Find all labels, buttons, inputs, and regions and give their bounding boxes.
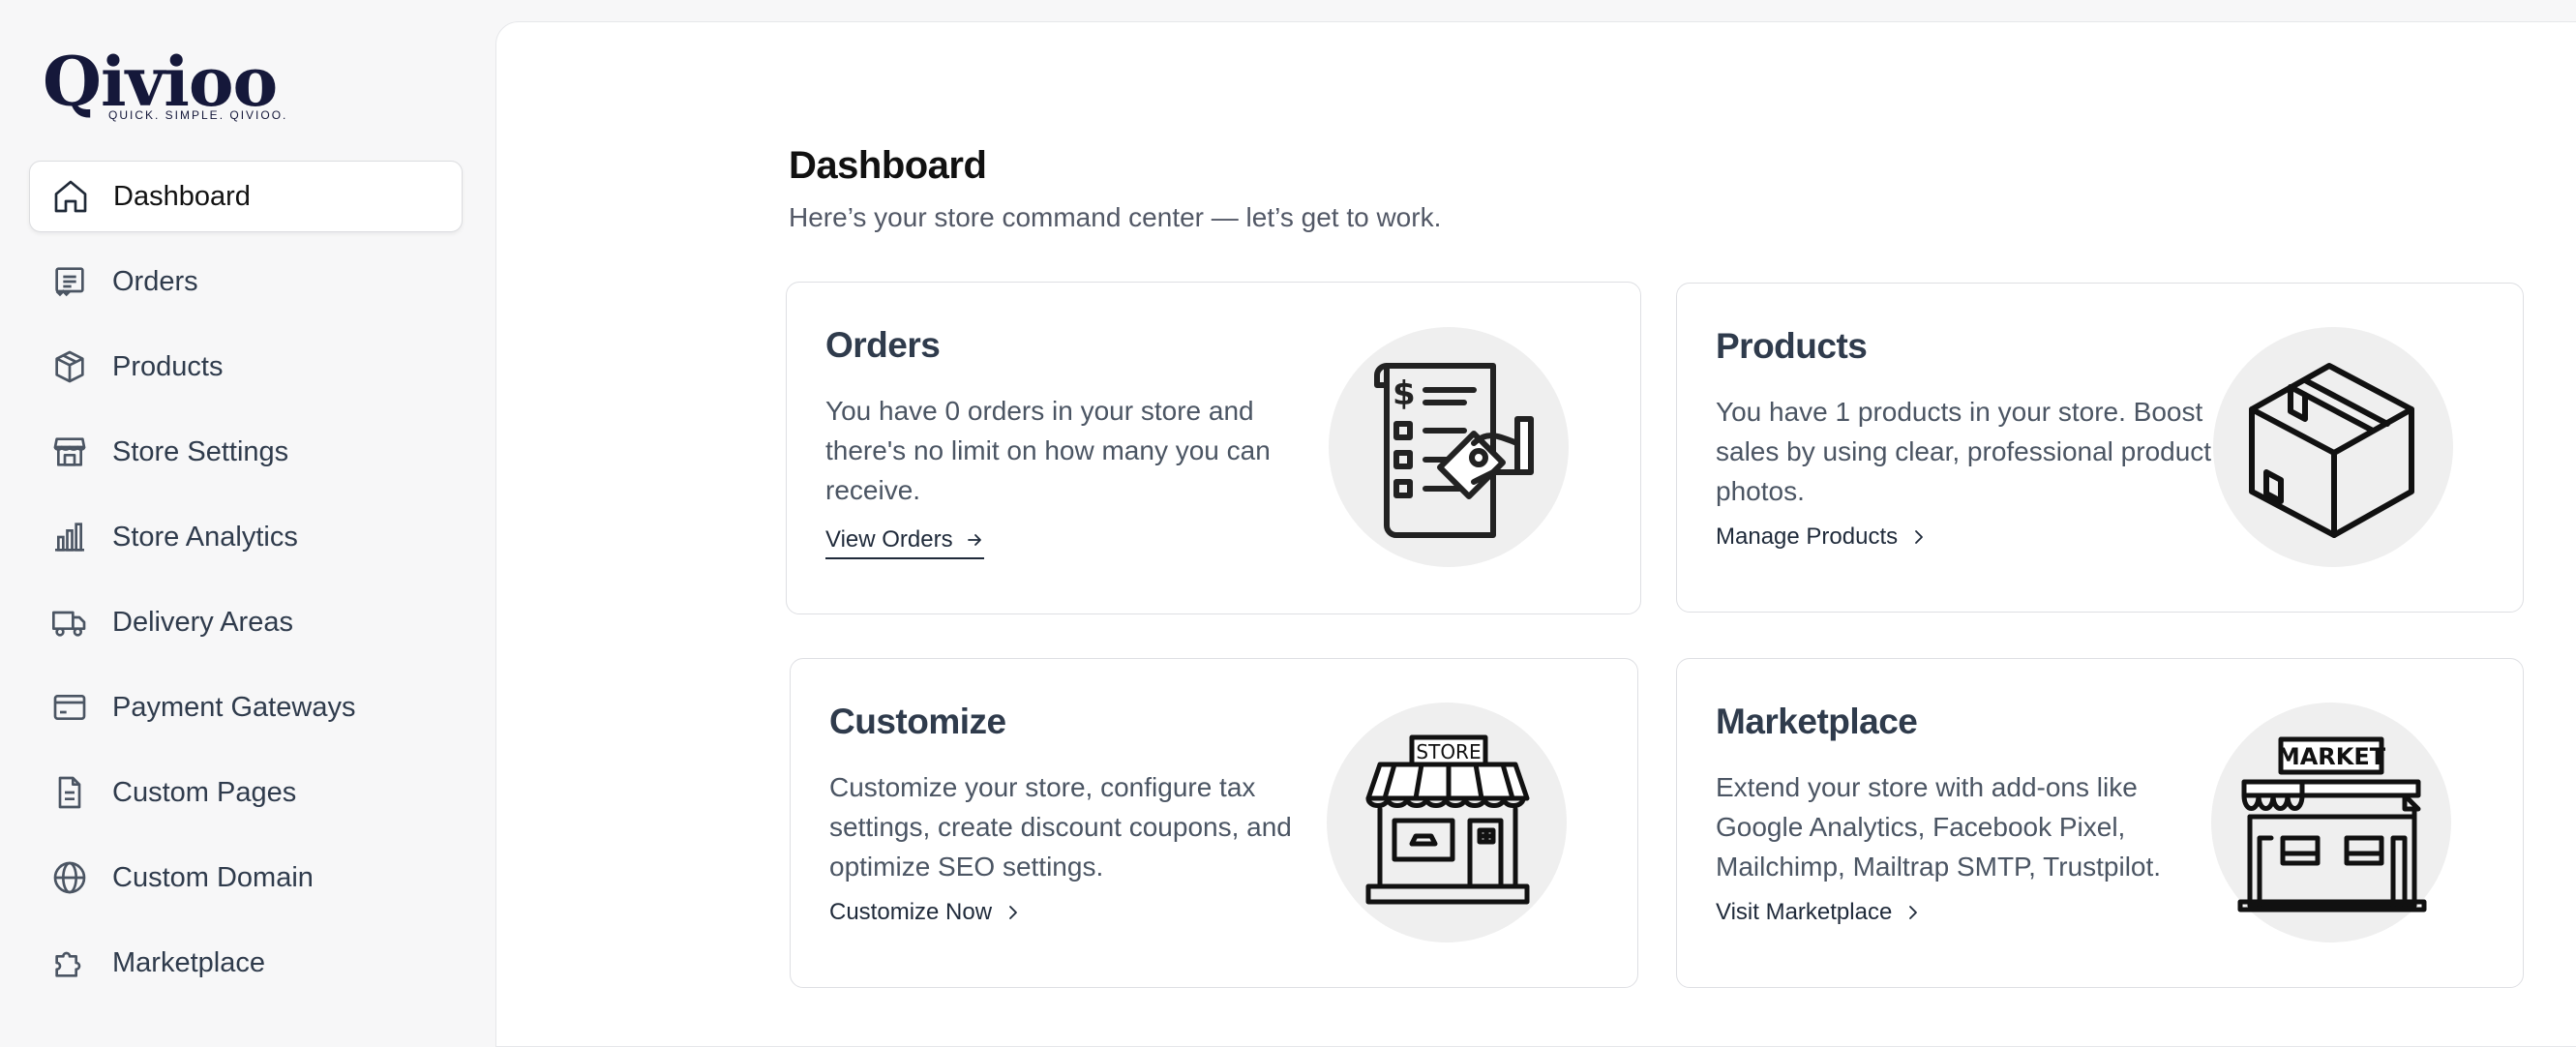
view-orders-label: View Orders (825, 526, 953, 553)
storefront-icon (50, 433, 89, 471)
globe-icon (50, 858, 89, 897)
sidebar-item-orders[interactable]: Orders (29, 246, 463, 317)
sidebar-item-label: Custom Pages (112, 776, 297, 808)
sidebar-item-products[interactable]: Products (29, 331, 463, 403)
products-card-title: Products (1716, 326, 1868, 366)
sidebar-item-payment-gateways[interactable]: Payment Gateways (29, 672, 463, 743)
orders-card-text: You have 0 orders in your store and ther… (825, 396, 1271, 505)
sidebar-nav: Dashboard Orders Products Store Settings… (29, 161, 463, 1012)
chevron-right-icon (1903, 903, 1923, 922)
customize-card-text: Customize your store, configure tax sett… (829, 772, 1292, 882)
store-illustration: STORE (1327, 703, 1567, 942)
main-panel: Dashboard Here’s your store command cent… (495, 21, 2576, 1047)
brand-wordmark: Qivioo (43, 42, 278, 122)
sidebar-item-dashboard[interactable]: Dashboard (29, 161, 463, 232)
sidebar-item-label: Delivery Areas (112, 606, 293, 638)
sidebar-item-label: Orders (112, 265, 198, 297)
document-icon (50, 773, 89, 812)
brand-tagline: QUICK. SIMPLE. QIVIOO. (108, 108, 288, 122)
sidebar-item-label: Products (112, 350, 224, 382)
sidebar-item-store-settings[interactable]: Store Settings (29, 416, 463, 488)
products-card-text: You have 1 products in your store. Boost… (1716, 397, 2212, 506)
manage-products-label: Manage Products (1716, 524, 1899, 550)
view-orders-link[interactable]: View Orders (825, 526, 984, 559)
customize-now-label: Customize Now (829, 899, 993, 925)
marketplace-card: Marketplace Extend your store with add-o… (1676, 658, 2524, 988)
receipt-icon (50, 262, 89, 301)
sidebar-item-custom-pages[interactable]: Custom Pages (29, 757, 463, 828)
customize-now-link[interactable]: Customize Now (829, 899, 1023, 926)
sidebar-item-label: Marketplace (112, 946, 265, 978)
visit-marketplace-label: Visit Marketplace (1716, 899, 1893, 925)
products-card: Products You have 1 products in your sto… (1676, 283, 2524, 613)
bar-chart-icon (50, 518, 89, 556)
sidebar-item-label: Dashboard (113, 180, 251, 212)
marketplace-card-text: Extend your store with add-ons like Goog… (1716, 772, 2162, 882)
page-title: Dashboard (789, 144, 987, 187)
manage-products-link[interactable]: Manage Products (1716, 524, 1929, 551)
sidebar-item-label: Custom Domain (112, 861, 314, 893)
customize-card: Customize Customize your store, configur… (790, 658, 1638, 988)
home-icon (51, 177, 90, 216)
sidebar: Qivioo QUICK. SIMPLE. QIVIOO. Dashboard … (0, 0, 494, 1024)
chevron-right-icon (1909, 527, 1929, 547)
orders-card-title: Orders (825, 325, 941, 365)
puzzle-icon (50, 943, 89, 982)
order-receipt-illustration: $ (1329, 327, 1569, 567)
package-box-illustration (2213, 327, 2453, 567)
market-sign-text: MARKET (2277, 743, 2386, 770)
sidebar-item-label: Store Settings (112, 435, 289, 467)
chevron-right-icon (1003, 903, 1023, 922)
market-illustration: MARKET (2211, 703, 2451, 942)
sidebar-item-custom-domain[interactable]: Custom Domain (29, 842, 463, 913)
sidebar-item-label: Payment Gateways (112, 691, 356, 723)
svg-text:$: $ (1393, 374, 1416, 413)
credit-card-icon (50, 688, 89, 727)
marketplace-card-title: Marketplace (1716, 702, 1918, 741)
sidebar-item-delivery-areas[interactable]: Delivery Areas (29, 586, 463, 658)
orders-card: Orders You have 0 orders in your store a… (786, 282, 1641, 614)
store-sign-text: STORE (1416, 740, 1481, 763)
sidebar-item-label: Store Analytics (112, 521, 298, 553)
visit-marketplace-link[interactable]: Visit Marketplace (1716, 899, 1923, 926)
sidebar-item-store-analytics[interactable]: Store Analytics (29, 501, 463, 573)
sidebar-item-marketplace[interactable]: Marketplace (29, 927, 463, 999)
page-subtitle: Here’s your store command center — let’s… (789, 202, 1442, 232)
box-icon (50, 347, 89, 386)
arrow-right-icon (965, 530, 984, 550)
truck-icon (50, 603, 89, 642)
customize-card-title: Customize (829, 702, 1006, 741)
brand-logo[interactable]: Qivioo QUICK. SIMPLE. QIVIOO. (43, 48, 294, 126)
